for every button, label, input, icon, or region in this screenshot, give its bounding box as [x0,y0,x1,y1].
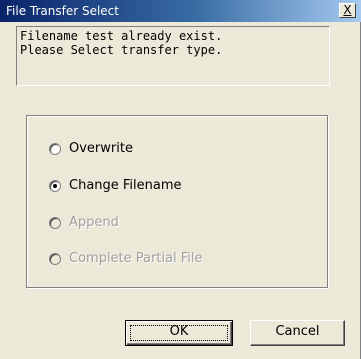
transfer-type-group: Overwrite Change Filename Append Complet… [26,115,328,288]
radio-button-icon[interactable] [49,180,61,192]
radio-label-change-filename: Change Filename [69,178,182,193]
radio-selected-dot [53,184,57,188]
ok-button[interactable]: OK [125,320,233,346]
message-line-2: Please Select transfer type. [20,43,223,57]
close-icon: X [343,3,352,17]
title-bar[interactable]: File Transfer Select X [0,0,361,22]
file-transfer-dialog: File Transfer Select X Filename test alr… [0,0,361,359]
radio-label-complete-partial-file: Complete Partial File [69,251,203,266]
cancel-button-label: Cancel [275,324,320,339]
radio-label-append: Append [69,215,119,230]
radio-label-overwrite: Overwrite [69,141,133,156]
message-text-box: Filename test already exist. Please Sele… [16,26,330,86]
dialog-title: File Transfer Select [6,4,119,18]
focus-rectangle [130,325,228,341]
radio-button-icon [49,217,61,229]
radio-append: Append [49,214,119,232]
radio-overwrite[interactable]: Overwrite [49,140,133,158]
radio-button-icon [49,253,61,265]
message-line-1: Filename test already exist. [20,29,223,43]
radio-complete-partial-file: Complete Partial File [49,250,203,268]
cancel-button[interactable]: Cancel [250,320,345,346]
radio-change-filename[interactable]: Change Filename [49,177,182,195]
close-button[interactable]: X [339,3,356,18]
radio-button-icon[interactable] [49,143,61,155]
